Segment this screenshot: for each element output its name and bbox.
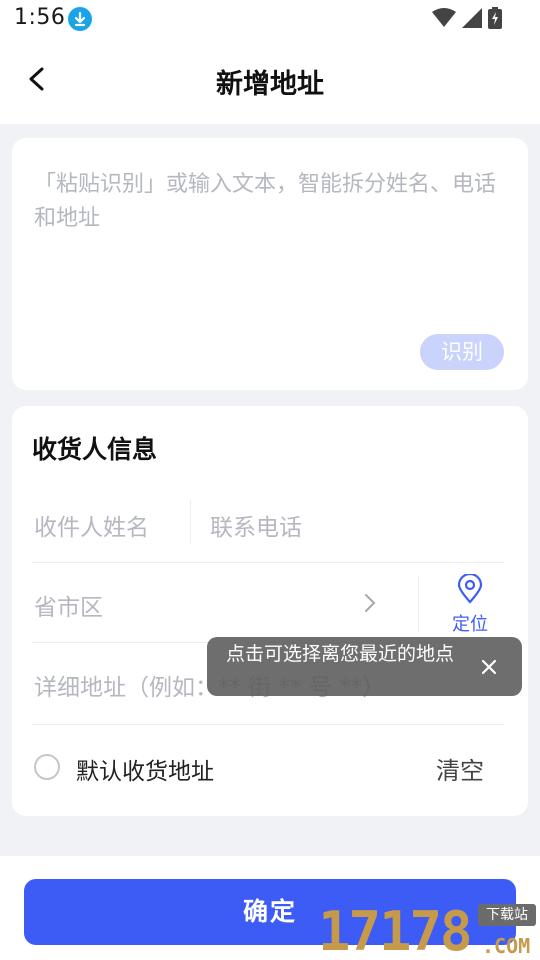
- phone-input[interactable]: 联系电话: [210, 508, 302, 542]
- signal-icon: [462, 8, 482, 32]
- battery-icon: [488, 7, 502, 33]
- field-divider: [190, 500, 191, 544]
- section-title: 收货人信息: [32, 435, 158, 464]
- row-divider: [32, 724, 504, 725]
- recognize-button[interactable]: 识别: [420, 334, 504, 370]
- status-time: 1:56: [14, 5, 66, 30]
- row-divider: [32, 562, 504, 563]
- receiver-info-card: 收货人信息 收件人姓名 联系电话 省市区 定位 详细地址（例如：** 街 ** …: [12, 406, 528, 816]
- watermark-suffix: .COM: [482, 934, 531, 958]
- locate-divider: [418, 576, 419, 632]
- paste-recognize-card: 「粘贴识别」或输入文本，智能拆分姓名、电话和地址 识别: [12, 138, 528, 390]
- page-title: 新增地址: [216, 69, 324, 100]
- chevron-right-icon[interactable]: [362, 592, 378, 614]
- region-select[interactable]: 省市区: [34, 588, 103, 622]
- name-input[interactable]: 收件人姓名: [34, 508, 149, 542]
- tooltip-text: 点击可选择离您最近的地点: [226, 643, 455, 665]
- locate-button-label[interactable]: 定位: [452, 610, 488, 636]
- download-icon: [68, 7, 92, 31]
- watermark-numbers: 17178: [318, 900, 473, 960]
- paste-text-input[interactable]: 「粘贴识别」或输入文本，智能拆分姓名、电话和地址: [34, 168, 504, 236]
- wifi-icon: [432, 8, 456, 32]
- watermark-tag: 下载站: [478, 904, 536, 926]
- default-address-radio[interactable]: [34, 754, 60, 780]
- default-address-label[interactable]: 默认收货地址: [76, 752, 214, 786]
- clear-button[interactable]: 清空: [436, 751, 484, 786]
- location-pin-icon[interactable]: [456, 572, 484, 604]
- locate-tooltip: 点击可选择离您最近的地点: [207, 637, 522, 696]
- nav-bar: 新增地址: [0, 38, 540, 124]
- close-icon[interactable]: [477, 655, 501, 679]
- watermark-logo: 17178 下载站 .COM: [316, 898, 540, 960]
- status-bar: 1:56: [0, 0, 540, 38]
